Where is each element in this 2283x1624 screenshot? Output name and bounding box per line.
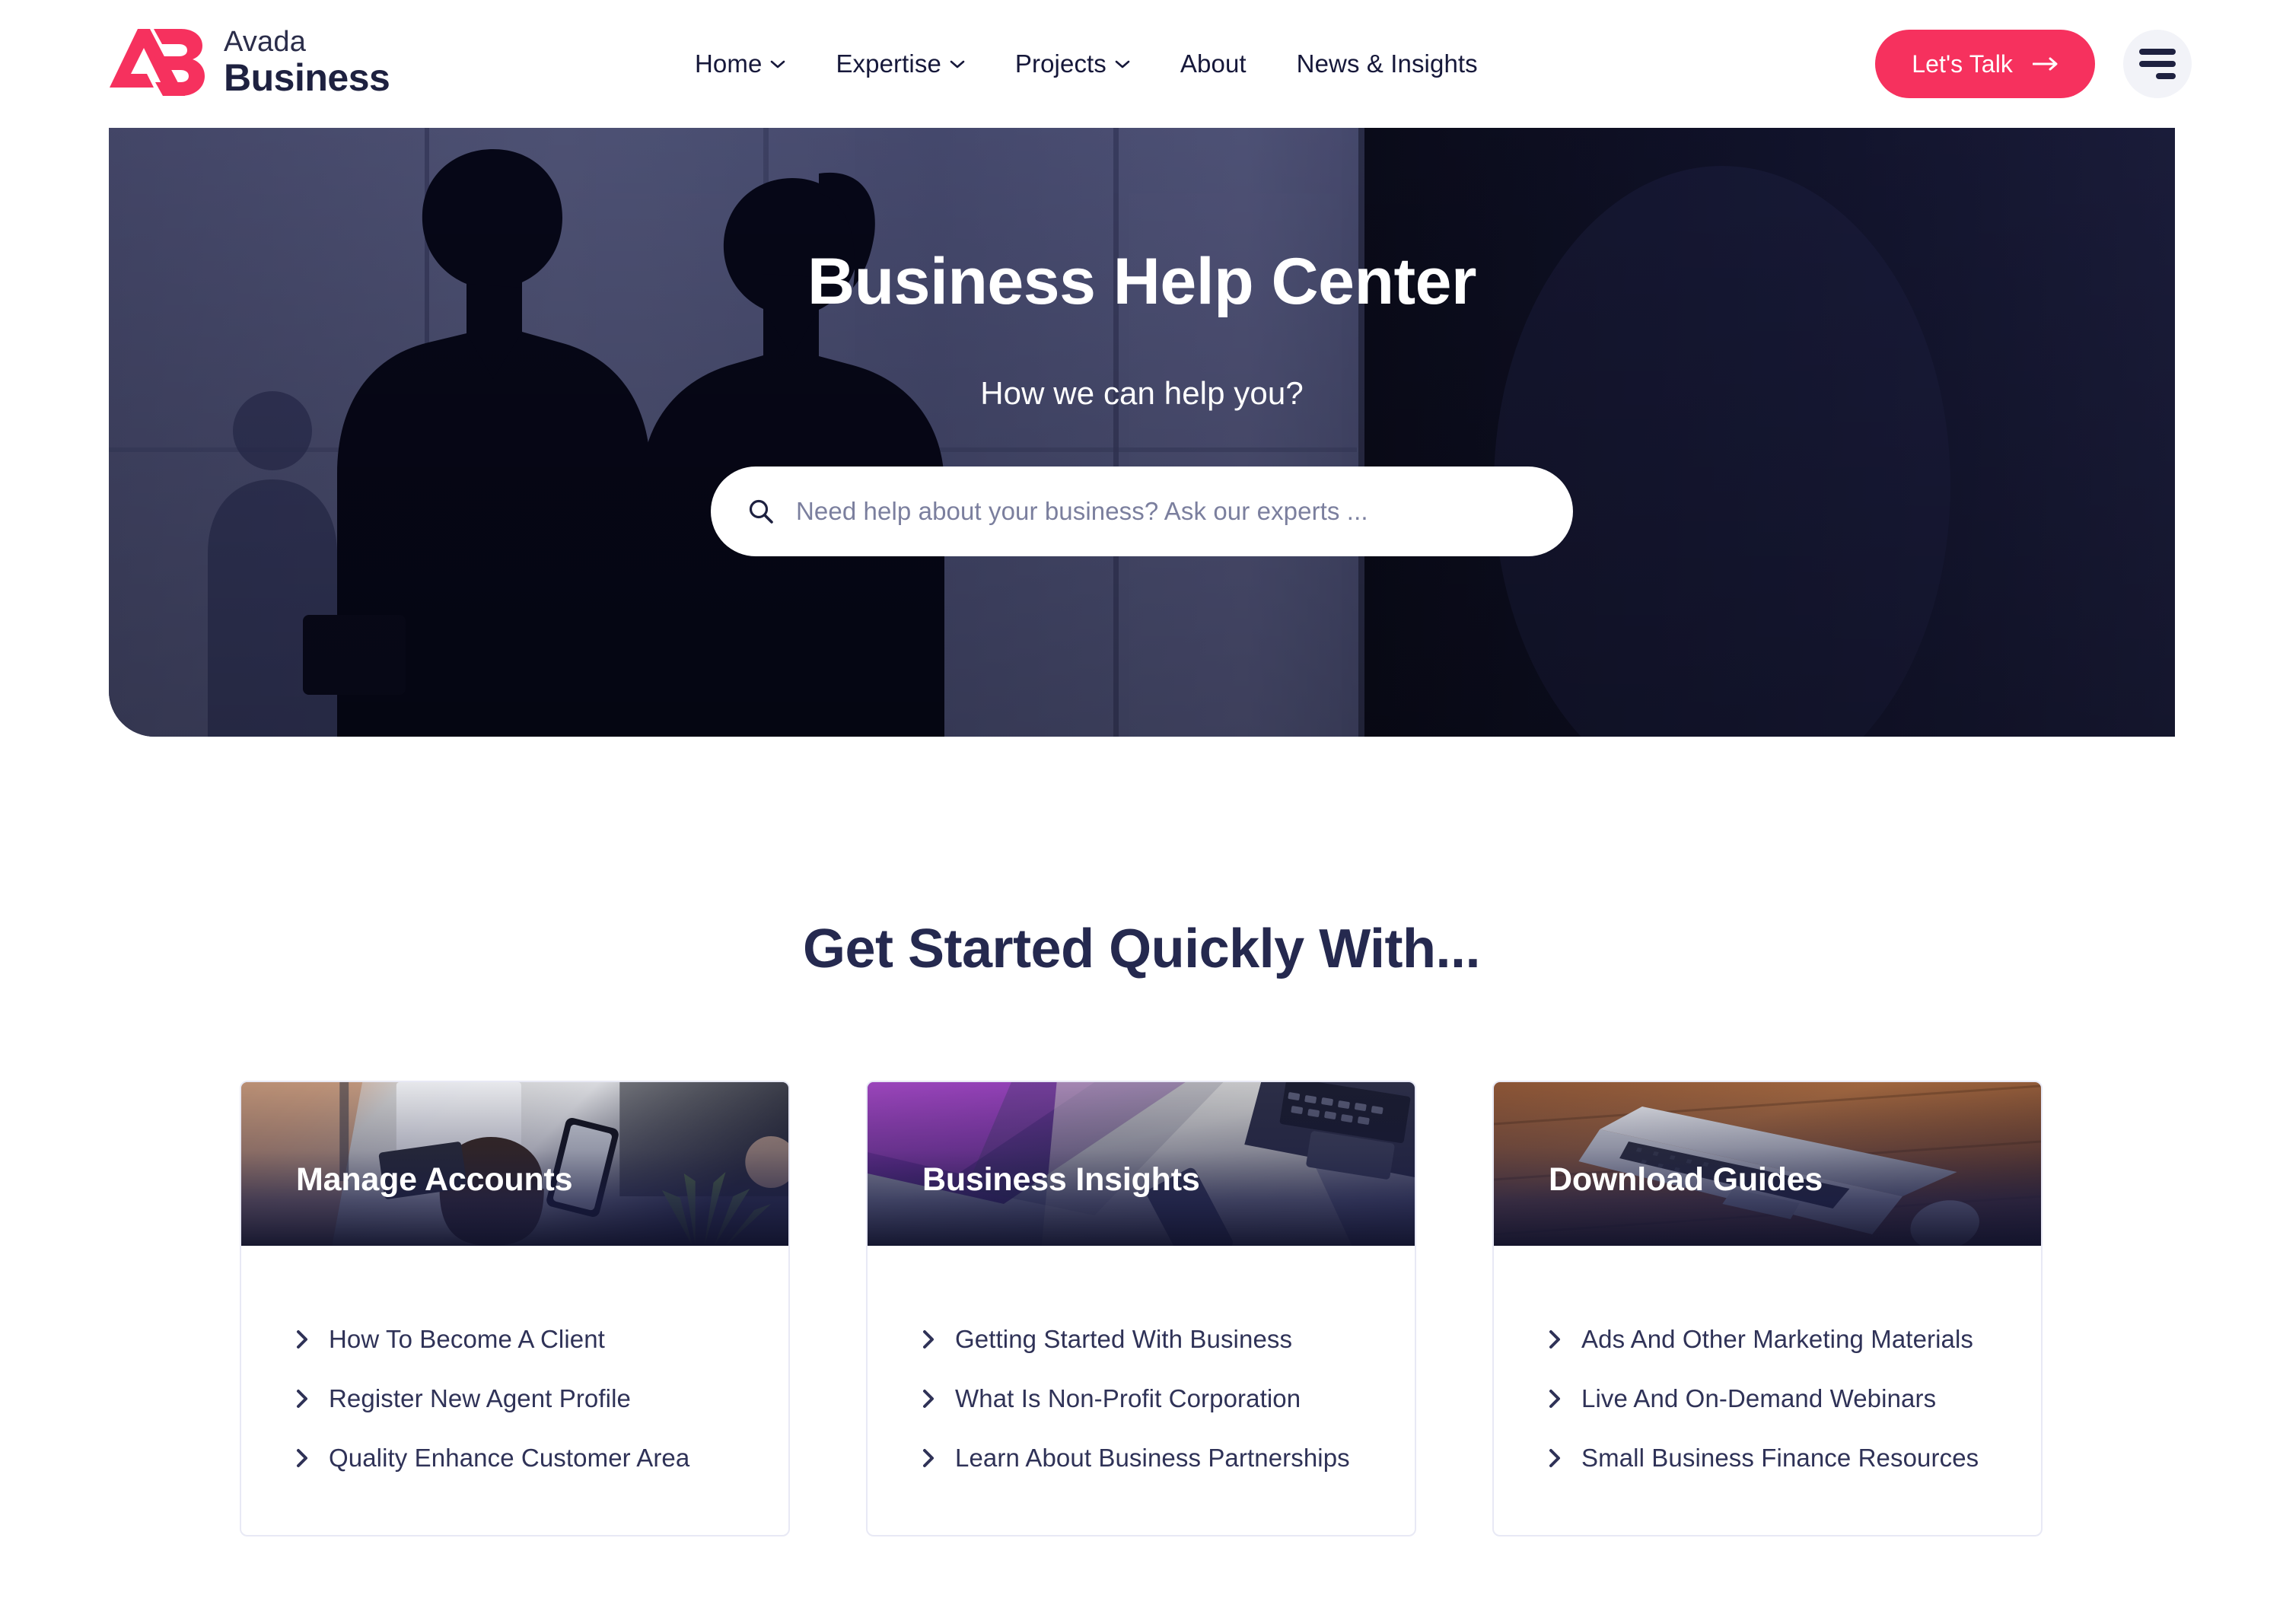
card-link[interactable]: Live And On-Demand Webinars (1494, 1384, 2041, 1413)
site-header: Avada Business Home Expertise Projects A… (0, 0, 2283, 128)
card-links: Ads And Other Marketing Materials Live A… (1494, 1246, 2041, 1535)
hero-banner: Business Help Center How we can help you… (109, 128, 2175, 737)
hamburger-bar-bottom (2156, 73, 2176, 79)
help-category-cards: Manage Accounts How To Become A Client R… (240, 1081, 2043, 1536)
nav-item-label: Projects (1014, 49, 1106, 78)
search-bar[interactable] (711, 466, 1573, 556)
card-title: Manage Accounts (296, 1161, 573, 1198)
nav-item-projects[interactable]: Projects (990, 49, 1155, 78)
nav-item-home[interactable]: Home (670, 49, 810, 78)
hamburger-menu-icon[interactable] (2123, 30, 2192, 98)
card-link[interactable]: Ads And Other Marketing Materials (1494, 1325, 2041, 1354)
chevron-right-icon (297, 1449, 307, 1467)
chevron-right-icon (297, 1330, 307, 1349)
card-download-guides[interactable]: Download Guides Ads And Other Marketing … (1492, 1081, 2043, 1536)
section-heading: Get Started Quickly With... (802, 919, 1481, 979)
card-links: Getting Started With Business What Is No… (868, 1246, 1415, 1535)
chevron-right-icon (923, 1390, 934, 1408)
card-link-label: Small Business Finance Resources (1581, 1444, 1979, 1472)
card-manage-accounts[interactable]: Manage Accounts How To Become A Client R… (240, 1081, 790, 1536)
card-link-label: How To Become A Client (329, 1325, 605, 1353)
chevron-right-icon (1549, 1330, 1560, 1349)
page-title: Business Help Center (807, 245, 1476, 318)
chevron-right-icon (923, 1330, 934, 1349)
chevron-right-icon (923, 1449, 934, 1467)
card-media: Download Guides (1494, 1082, 2041, 1246)
lets-talk-label: Let's Talk (1912, 49, 2013, 78)
hamburger-bar-top (2139, 49, 2176, 55)
chevron-right-icon (1549, 1449, 1560, 1467)
chevron-down-icon (771, 60, 785, 68)
nav-item-label: Expertise (836, 49, 941, 78)
lets-talk-button[interactable]: Let's Talk (1875, 30, 2095, 98)
card-business-insights[interactable]: Business Insights Getting Started With B… (866, 1081, 1416, 1536)
card-link[interactable]: How To Become A Client (241, 1325, 788, 1354)
card-link-label: Register New Agent Profile (329, 1384, 631, 1412)
nav-item-label: About (1180, 49, 1247, 78)
chevron-down-icon (950, 60, 965, 68)
header-actions: Let's Talk (1875, 0, 2192, 128)
card-media: Business Insights (868, 1082, 1415, 1246)
primary-navigation: Home Expertise Projects About News & Ins… (670, 0, 1503, 128)
card-link-label: Live And On-Demand Webinars (1581, 1384, 1937, 1412)
card-link[interactable]: Getting Started With Business (868, 1325, 1415, 1354)
card-link-label: Learn About Business Partnerships (955, 1444, 1350, 1472)
card-title: Download Guides (1549, 1161, 1823, 1198)
hero-subtitle: How we can help you? (980, 374, 1304, 411)
nav-item-news-and-insights[interactable]: News & Insights (1272, 49, 1503, 78)
card-link[interactable]: Register New Agent Profile (241, 1384, 788, 1413)
card-link[interactable]: Small Business Finance Resources (1494, 1444, 2041, 1473)
brand-logo-link[interactable]: Avada Business (107, 26, 390, 99)
card-links: How To Become A Client Register New Agen… (241, 1246, 788, 1535)
nav-item-about[interactable]: About (1155, 49, 1272, 78)
card-media: Manage Accounts (241, 1082, 788, 1246)
chevron-right-icon (297, 1390, 307, 1408)
card-link[interactable]: What Is Non-Profit Corporation (868, 1384, 1415, 1413)
card-link[interactable]: Quality Enhance Customer Area (241, 1444, 788, 1473)
nav-item-expertise[interactable]: Expertise (810, 49, 989, 78)
card-link-label: Quality Enhance Customer Area (329, 1444, 690, 1472)
card-link[interactable]: Learn About Business Partnerships (868, 1444, 1415, 1473)
hamburger-bar-middle (2139, 61, 2176, 67)
arrow-right-icon (2033, 57, 2058, 71)
ab-monogram-logo-icon (110, 29, 205, 96)
card-title: Business Insights (922, 1161, 1200, 1198)
chevron-down-icon (1115, 60, 1130, 68)
brand-name-line2: Business (224, 56, 390, 99)
hero-content: Business Help Center How we can help you… (109, 128, 2175, 737)
chevron-right-icon (1549, 1390, 1560, 1408)
card-link-label: What Is Non-Profit Corporation (955, 1384, 1301, 1412)
search-input[interactable] (796, 496, 1536, 526)
brand-name-line1: Avada (224, 25, 307, 58)
nav-item-label: Home (695, 49, 763, 78)
card-link-label: Getting Started With Business (955, 1325, 1293, 1353)
brand-text: Avada Business (224, 27, 390, 97)
search-icon (749, 499, 773, 524)
nav-item-label: News & Insights (1296, 49, 1478, 78)
card-link-label: Ads And Other Marketing Materials (1581, 1325, 1974, 1353)
